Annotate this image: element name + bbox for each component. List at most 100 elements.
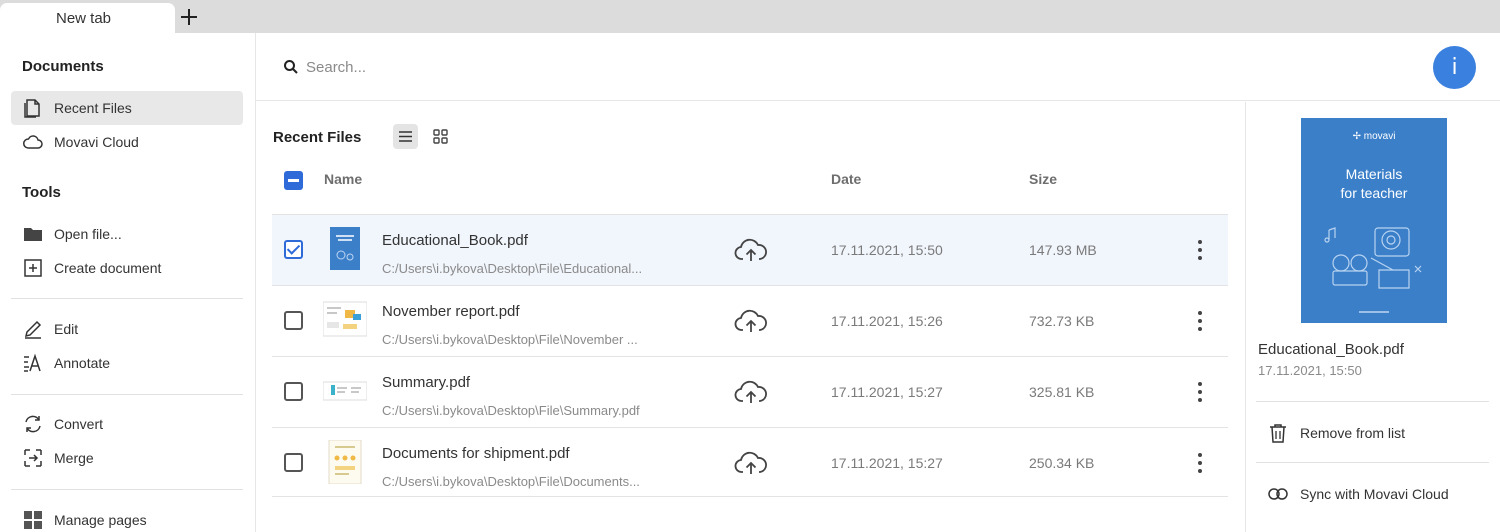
convert-icon <box>25 415 41 433</box>
column-header-size[interactable]: Size <box>1029 171 1057 187</box>
selected-file-name: Educational_Book.pdf <box>1258 341 1404 358</box>
file-size: 147.93 MB <box>1029 242 1097 258</box>
column-header-date[interactable]: Date <box>831 171 861 187</box>
sidebar-item-create-document[interactable]: Create document <box>11 251 243 285</box>
search-bar: i <box>256 33 1500 101</box>
tab-new-tab[interactable]: New tab <box>0 3 175 33</box>
file-name: November report.pdf <box>382 303 520 320</box>
details-divider <box>1256 462 1489 463</box>
file-thumbnail <box>328 440 362 484</box>
table-row[interactable]: November report.pdf C:/Users\i.bykova\De… <box>272 285 1228 356</box>
table-row[interactable]: Educational_Book.pdf C:/Users\i.bykova\D… <box>272 214 1228 285</box>
sidebar-item-label: Create document <box>54 260 162 276</box>
column-header-name[interactable]: Name <box>324 171 362 187</box>
cloud-upload-icon[interactable] <box>734 378 768 406</box>
row-checkbox[interactable] <box>284 240 303 259</box>
sidebar-item-merge[interactable]: Merge <box>11 441 243 475</box>
list-view-button[interactable] <box>393 124 418 149</box>
cloud-upload-icon[interactable] <box>734 236 768 264</box>
preview-title-line2: for teacher <box>1340 185 1408 201</box>
merge-icon <box>24 449 42 467</box>
row-checkbox[interactable] <box>284 382 303 401</box>
file-date: 17.11.2021, 15:26 <box>831 313 943 329</box>
page-title: Recent Files <box>273 129 362 146</box>
file-name: Educational_Book.pdf <box>382 232 528 249</box>
sidebar-item-label: Convert <box>54 416 104 432</box>
preview-footer-mark <box>1359 311 1389 313</box>
preview-logo: ✢ movavi <box>1352 131 1396 142</box>
file-name: Documents for shipment.pdf <box>382 445 570 462</box>
folder-icon <box>24 228 42 241</box>
sidebar-item-edit[interactable]: Edit <box>11 312 243 346</box>
file-path: C:/Users\i.bykova\Desktop\File\Documents… <box>382 474 640 489</box>
selected-file-date: 17.11.2021, 15:50 <box>1258 363 1362 378</box>
file-size: 250.34 KB <box>1029 455 1095 471</box>
details-divider <box>1256 401 1489 402</box>
file-thumbnail <box>330 227 360 270</box>
tools-section-title: Tools <box>22 184 61 201</box>
more-options-icon[interactable] <box>1190 310 1210 332</box>
cloud-upload-icon[interactable] <box>734 449 768 477</box>
select-all-checkbox[interactable] <box>284 171 303 190</box>
file-path: C:/Users\i.bykova\Desktop\File\Education… <box>382 261 643 276</box>
sidebar-item-movavi-cloud[interactable]: Movavi Cloud <box>11 125 243 159</box>
add-tab-button[interactable] <box>178 6 200 28</box>
preview-illustration <box>1324 227 1422 289</box>
table-row[interactable]: Documents for shipment.pdf C:/Users\i.by… <box>272 427 1228 498</box>
sidebar-item-convert[interactable]: Convert <box>11 407 243 441</box>
sidebar-divider <box>11 298 243 299</box>
file-list-panel: Recent Files Name Date Size Educational_… <box>256 102 1245 532</box>
preview-title-line1: Materials <box>1345 166 1403 182</box>
sidebar-item-manage-pages[interactable]: Manage pages <box>11 503 243 532</box>
sync-cloud-label: Sync with Movavi Cloud <box>1300 486 1449 502</box>
search-icon <box>284 60 298 74</box>
more-options-icon[interactable] <box>1190 381 1210 403</box>
sync-cloud-button[interactable]: Sync with Movavi Cloud <box>1256 477 1489 511</box>
sidebar: Documents Recent Files Movavi Cloud Tool… <box>0 33 256 532</box>
sidebar-item-recent-files[interactable]: Recent Files <box>11 91 243 125</box>
create-document-icon <box>24 259 42 277</box>
details-panel: ✢ movavi Materials for teacher Education… <box>1245 102 1500 532</box>
file-date: 17.11.2021, 15:27 <box>831 455 943 471</box>
file-thumbnail <box>323 381 367 401</box>
row-checkbox[interactable] <box>284 453 303 472</box>
recent-files-icon <box>24 99 40 118</box>
more-options-icon[interactable] <box>1190 452 1210 474</box>
tab-bar: New tab <box>0 0 1500 33</box>
cloud-upload-icon[interactable] <box>734 307 768 335</box>
remove-from-list-label: Remove from list <box>1300 425 1406 441</box>
sidebar-item-label: Movavi Cloud <box>54 134 139 150</box>
sidebar-divider <box>11 489 243 490</box>
file-name: Summary.pdf <box>382 374 471 391</box>
table-row[interactable]: Summary.pdf C:/Users\i.bykova\Desktop\Fi… <box>272 356 1228 427</box>
document-preview: ✢ movavi Materials for teacher <box>1301 118 1447 323</box>
file-path: C:/Users\i.bykova\Desktop\File\Summary.p… <box>382 403 640 418</box>
sidebar-item-label: Manage pages <box>54 512 147 528</box>
tab-label: New tab <box>56 10 112 27</box>
search-input[interactable] <box>306 55 706 79</box>
list-view-icon <box>399 131 412 142</box>
more-options-icon[interactable] <box>1190 239 1210 261</box>
preview-title: Materials for teacher <box>1301 165 1447 203</box>
annotate-icon <box>24 353 41 372</box>
pencil-icon <box>24 320 42 339</box>
sidebar-item-label: Open file... <box>54 226 122 242</box>
file-date: 17.11.2021, 15:50 <box>831 242 943 258</box>
remove-from-list-button[interactable]: Remove from list <box>1256 416 1489 450</box>
row-checkbox[interactable] <box>284 311 303 330</box>
sidebar-item-label: Edit <box>54 321 79 337</box>
sidebar-item-open-file[interactable]: Open file... <box>11 217 243 251</box>
info-button[interactable]: i <box>1433 46 1476 89</box>
file-path: C:/Users\i.bykova\Desktop\File\November … <box>382 332 638 347</box>
documents-section-title: Documents <box>22 58 104 75</box>
sync-link-icon <box>1268 488 1288 500</box>
manage-pages-icon <box>24 511 42 529</box>
trash-icon <box>1270 424 1286 443</box>
file-date: 17.11.2021, 15:27 <box>831 384 943 400</box>
sidebar-divider <box>11 394 243 395</box>
sidebar-item-annotate[interactable]: Annotate <box>11 346 243 380</box>
file-thumbnail <box>323 301 367 337</box>
file-size: 325.81 KB <box>1029 384 1095 400</box>
sidebar-item-label: Annotate <box>54 355 111 371</box>
grid-view-button[interactable] <box>428 124 453 149</box>
